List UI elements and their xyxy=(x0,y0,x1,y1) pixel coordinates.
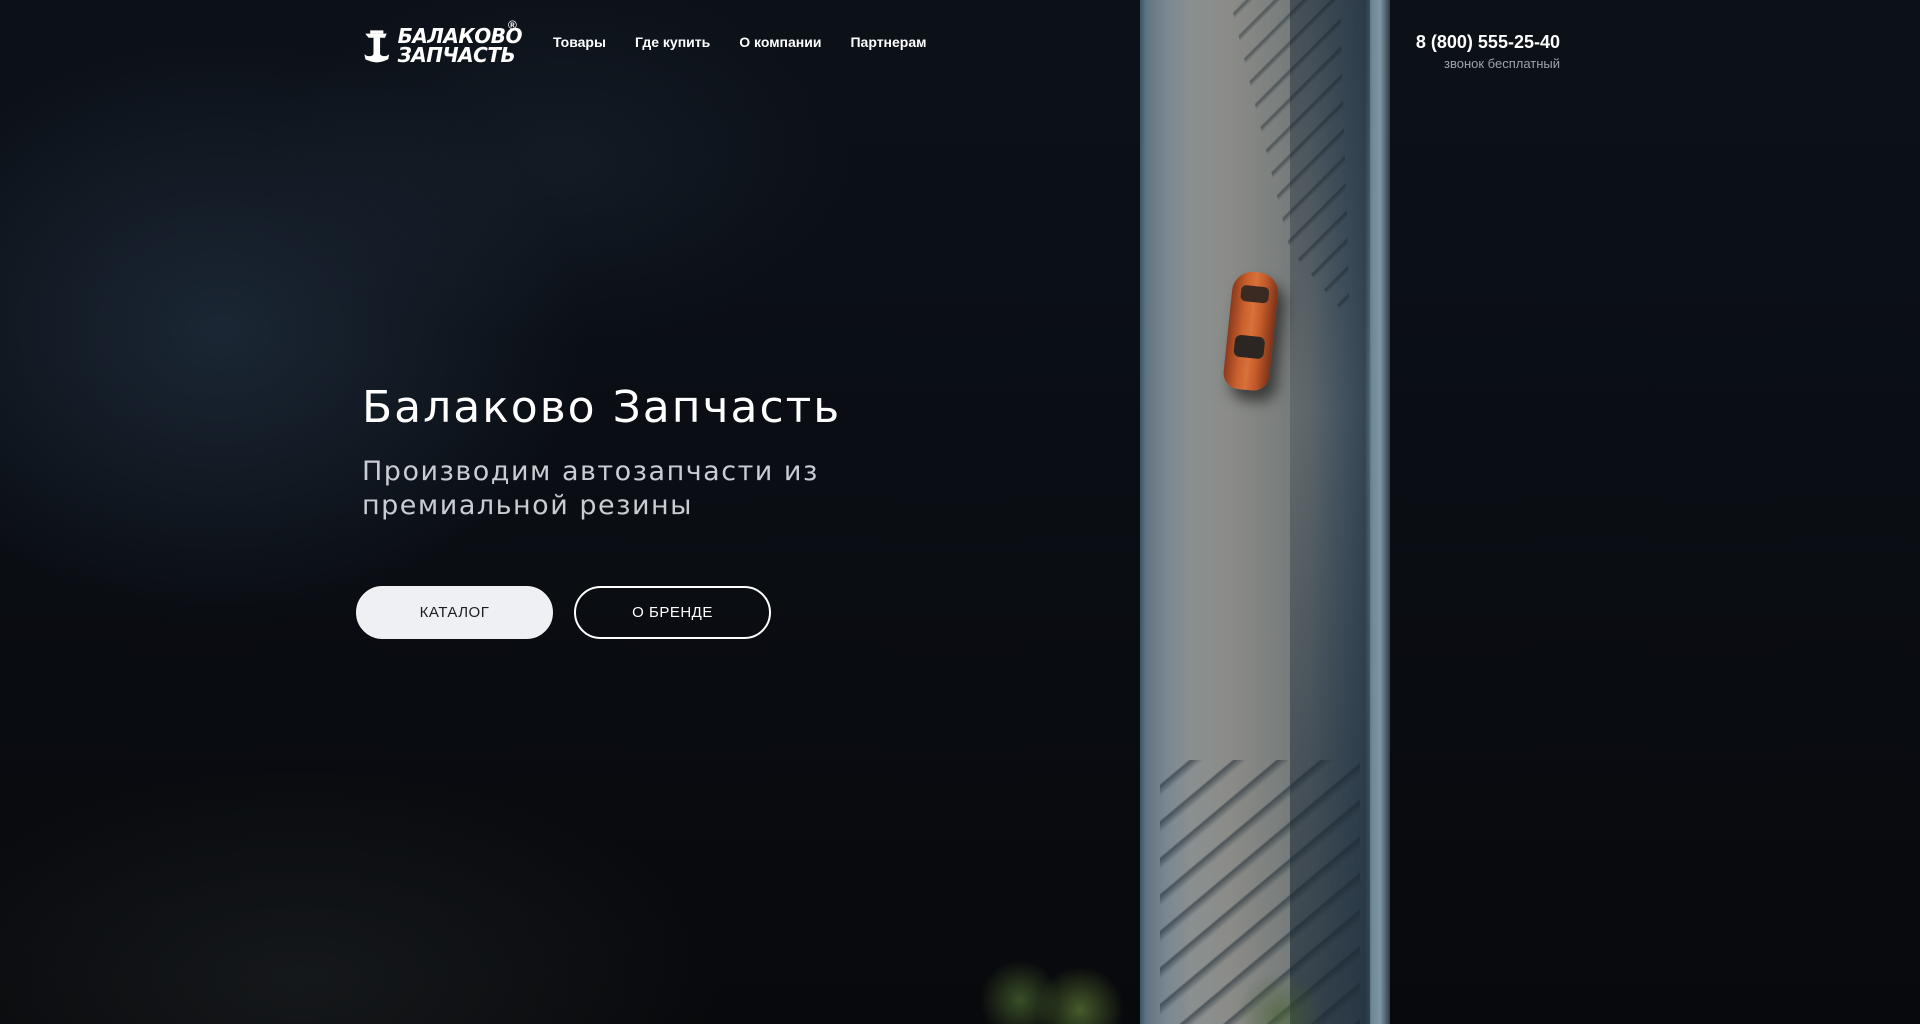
hero-content: Балаково Запчасть Производим автозапчаст… xyxy=(362,382,962,523)
hero-section: БАЛАКОВО ЗАПЧАСТЬ ® Товары Где купить О … xyxy=(0,0,1920,1024)
nav-item-about-company[interactable]: О компании xyxy=(739,34,821,50)
car-image xyxy=(1221,269,1281,393)
nav-item-products[interactable]: Товары xyxy=(553,34,606,50)
hero-buttons: КАТАЛОГ О БРЕНДЕ xyxy=(356,586,771,639)
catalog-button[interactable]: КАТАЛОГ xyxy=(356,586,553,639)
hero-subtitle: Производим автозапчасти из премиальной р… xyxy=(362,456,819,521)
trees-foliage xyxy=(960,940,1380,1024)
main-nav: Товары Где купить О компании Партнерам xyxy=(553,34,927,50)
site-header: БАЛАКОВО ЗАПЧАСТЬ ® Товары Где купить О … xyxy=(362,18,1560,82)
registered-mark: ® xyxy=(508,18,517,32)
nav-item-where-to-buy[interactable]: Где купить xyxy=(635,34,710,50)
bridge-aerial-photo xyxy=(1140,0,1390,1024)
nav-item-partners[interactable]: Партнерам xyxy=(850,34,926,50)
ship-anchor-icon xyxy=(364,30,390,63)
phone-link[interactable]: 8 (800) 555-25-40 xyxy=(1416,32,1560,53)
about-brand-button[interactable]: О БРЕНДЕ xyxy=(574,586,771,639)
logo-line-2: ЗАПЧАСТЬ xyxy=(397,43,516,67)
phone-note: звонок бесплатный xyxy=(1444,56,1560,71)
logo[interactable]: БАЛАКОВО ЗАПЧАСТЬ ® xyxy=(362,18,523,70)
contact-block: 8 (800) 555-25-40 звонок бесплатный xyxy=(1416,32,1560,71)
hero-title: Балаково Запчасть xyxy=(362,382,842,433)
